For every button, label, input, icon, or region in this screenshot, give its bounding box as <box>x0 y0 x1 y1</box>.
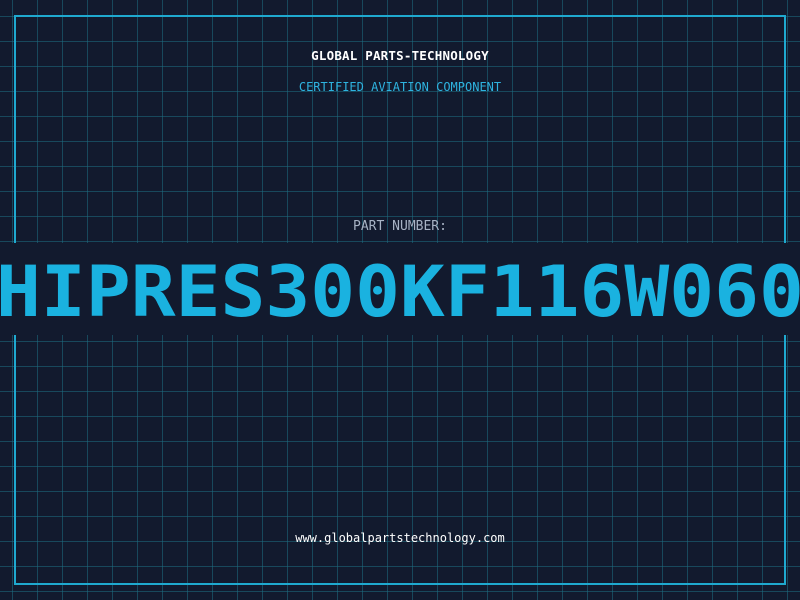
label-canvas: GLOBAL PARTS-TECHNOLOGY CERTIFIED AVIATI… <box>0 0 800 600</box>
part-number-value: HIPRES300KF116W060 <box>0 251 800 333</box>
part-number-label: PART NUMBER: <box>353 219 447 234</box>
certification-subtitle: CERTIFIED AVIATION COMPONENT <box>298 80 502 94</box>
company-name: GLOBAL PARTS-TECHNOLOGY <box>311 48 489 63</box>
website-url: www.globalpartstechnology.com <box>295 531 505 545</box>
